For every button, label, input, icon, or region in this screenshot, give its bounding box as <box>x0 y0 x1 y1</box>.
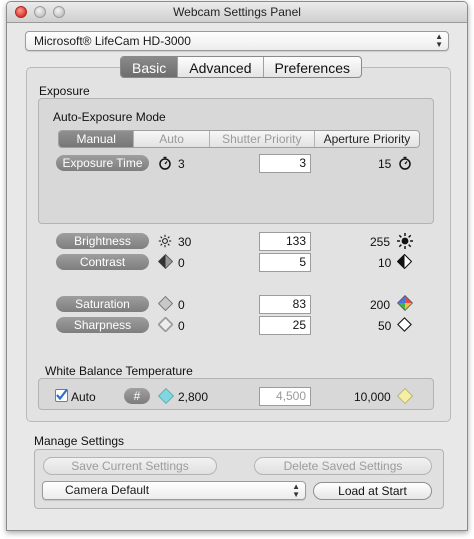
exposure-label: Exposure <box>39 84 90 98</box>
exposure-time-field[interactable]: 3 <box>259 154 311 173</box>
delete-saved-settings-button[interactable]: Delete Saved Settings <box>254 457 432 475</box>
sharpness-field[interactable]: 25 <box>259 316 311 335</box>
load-at-start-button[interactable]: Load at Start <box>313 482 432 500</box>
mode-auto[interactable]: Auto <box>134 131 210 147</box>
saturation-min: 0 <box>178 298 185 312</box>
auto-exposure-mode-label: Auto-Exposure Mode <box>53 110 166 124</box>
contrast-max: 10 <box>378 256 392 270</box>
brightness-max: 255 <box>370 235 391 249</box>
exposure-time-max: 15 <box>378 157 392 171</box>
manage-settings-label: Manage Settings <box>34 434 125 448</box>
contrast-min: 0 <box>178 256 185 270</box>
camera-select[interactable]: Microsoft® LifeCam HD-3000 ▲ ▼ <box>25 31 449 51</box>
exposure-time-min: 3 <box>178 157 185 171</box>
camera-select-value: Microsoft® LifeCam HD-3000 <box>34 34 191 48</box>
mode-manual[interactable]: Manual <box>59 131 135 147</box>
settings-window: Webcam Settings Panel Microsoft® LifeCam… <box>6 1 468 531</box>
white-balance-label: White Balance Temperature <box>45 364 193 378</box>
white-balance-auto-label: Auto <box>71 390 96 404</box>
white-balance-field[interactable]: 4,500 <box>259 387 311 406</box>
saturation-low-icon <box>158 296 173 311</box>
white-balance-max: 10,000 <box>354 390 391 404</box>
white-balance-min: 2,800 <box>178 390 209 404</box>
mode-aperture-priority[interactable]: Aperture Priority <box>315 131 419 147</box>
sharpness-max: 50 <box>378 319 392 333</box>
brightness-button[interactable]: Brightness <box>56 233 149 249</box>
timer-max-icon <box>399 156 411 170</box>
contrast-high-icon <box>397 254 412 269</box>
exposure-time-button[interactable]: Exposure Time <box>56 155 149 171</box>
checkmark-icon <box>56 388 68 401</box>
sharpness-button[interactable]: Sharpness <box>56 317 149 333</box>
saturation-max: 200 <box>370 298 391 312</box>
white-balance-auto-checkbox[interactable] <box>55 388 68 402</box>
window-title: Webcam Settings Panel <box>173 5 301 19</box>
preset-select-value: Camera Default <box>65 483 150 497</box>
popup-arrows-icon: ▲ ▼ <box>292 482 300 499</box>
brightness-field[interactable]: 133 <box>259 232 311 251</box>
warm-temperature-icon <box>397 388 413 404</box>
timer-icon <box>159 156 171 170</box>
save-current-settings-button[interactable]: Save Current Settings <box>43 457 217 475</box>
tab-preferences[interactable]: Preferences <box>264 57 361 77</box>
sharpness-high-icon <box>397 317 412 332</box>
saturation-high-icon <box>397 295 413 311</box>
contrast-button[interactable]: Contrast <box>56 254 149 270</box>
sharpness-min: 0 <box>178 319 185 333</box>
white-balance-hash-button[interactable]: # <box>124 388 150 404</box>
tab-bar: Basic Advanced Preferences <box>120 56 362 78</box>
saturation-field[interactable]: 83 <box>259 295 311 314</box>
sun-large-icon <box>397 233 413 249</box>
popup-arrows-icon: ▲ ▼ <box>435 32 443 49</box>
contrast-low-icon <box>158 254 173 269</box>
exposure-mode-segmented-control: Manual Auto Shutter Priority Aperture Pr… <box>58 130 420 148</box>
brightness-min: 30 <box>178 235 192 249</box>
title-bar[interactable]: Webcam Settings Panel <box>7 2 467 23</box>
cool-temperature-icon <box>158 388 174 404</box>
saturation-button[interactable]: Saturation <box>56 296 149 312</box>
tab-basic[interactable]: Basic <box>121 57 179 77</box>
settings-preset-select[interactable]: Camera Default ▲ ▼ <box>42 481 306 500</box>
mode-shutter-priority[interactable]: Shutter Priority <box>210 131 315 147</box>
sun-small-icon <box>158 234 172 248</box>
tab-advanced[interactable]: Advanced <box>178 57 264 77</box>
contrast-field[interactable]: 5 <box>259 253 311 272</box>
sharpness-low-icon <box>158 317 173 332</box>
